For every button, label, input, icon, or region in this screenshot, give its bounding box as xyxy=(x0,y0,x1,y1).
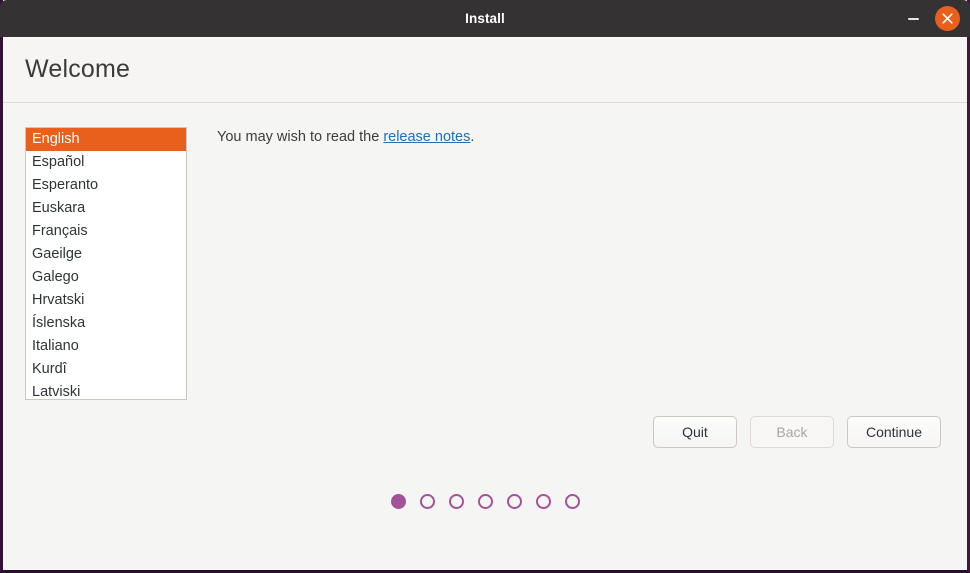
content-pane: You may wish to read the release notes. xyxy=(217,127,941,147)
progress-dots xyxy=(3,494,967,509)
language-item[interactable]: Íslenska xyxy=(26,312,186,335)
continue-button[interactable]: Continue xyxy=(846,416,941,448)
language-item[interactable]: Latviski xyxy=(26,381,186,399)
progress-dot xyxy=(535,494,551,509)
progress-dot xyxy=(419,494,435,509)
window-title: Install xyxy=(465,11,505,26)
close-button[interactable] xyxy=(935,6,960,31)
language-item[interactable]: Hrvatski xyxy=(26,289,186,312)
release-notes-link[interactable]: release notes xyxy=(383,129,470,145)
titlebar: Install xyxy=(0,0,970,37)
minimize-button[interactable] xyxy=(900,5,927,32)
progress-dot xyxy=(390,494,406,509)
language-item[interactable]: Galego xyxy=(26,266,186,289)
minimize-icon xyxy=(908,17,919,20)
language-list[interactable]: English Español Esperanto Euskara Français Ga… xyxy=(25,127,187,400)
window-controls xyxy=(900,0,962,37)
back-button: Back xyxy=(749,416,834,448)
language-item[interactable]: Esperanto xyxy=(26,174,186,197)
language-item[interactable]: Español xyxy=(26,151,186,174)
release-notes-line: You may wish to read the release notes. xyxy=(217,127,941,147)
language-item[interactable]: Italiano xyxy=(26,335,186,358)
quit-button[interactable]: Quit xyxy=(652,416,737,448)
page-header: Welcome xyxy=(3,37,967,103)
language-item[interactable]: Français xyxy=(26,220,186,243)
progress-dot xyxy=(477,494,493,509)
progress-dot xyxy=(448,494,464,509)
button-row: Quit Back Continue xyxy=(652,416,941,448)
page-title: Welcome xyxy=(25,55,131,83)
install-window: Install Welcome English Español Esperanto E… xyxy=(0,0,970,573)
language-item[interactable]: Kurdî xyxy=(26,358,186,381)
language-item[interactable]: Gaeilge xyxy=(26,243,186,266)
progress-dot xyxy=(564,494,580,509)
language-item[interactable]: English xyxy=(26,128,186,151)
release-notes-suffix: . xyxy=(470,129,475,145)
language-item[interactable]: Euskara xyxy=(26,197,186,220)
progress-dot xyxy=(506,494,522,509)
close-icon xyxy=(942,13,953,24)
release-notes-prefix: You may wish to read the xyxy=(217,129,384,145)
page-body: English Español Esperanto Euskara Français Ga… xyxy=(3,103,967,570)
